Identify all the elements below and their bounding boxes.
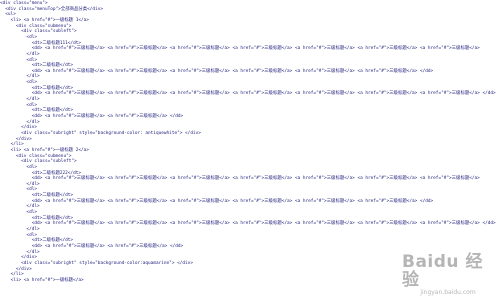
code-line: <dd> <a href="#">三级标题</a> <a href="#">三级… [0, 176, 480, 182]
code-view: <div class="menu"> <div class="menuTop">… [0, 0, 500, 294]
code-line: <dd> <a href="#">三级标题</a> <a href="#">三级… [0, 91, 496, 97]
code-line: <li> <a href="#">一级标题</a> [0, 277, 84, 283]
code-line: <dd> <a href="#">三级标题</a> <a href="#">三级… [0, 221, 496, 227]
code-line: <dd> <a href="#">三级标题</a> <a href="#">三级… [0, 68, 434, 74]
code-line: <dd> <a href="#">三级标题</a> <a href="#">三级… [0, 46, 480, 52]
code-line: <dd> <a href="#">三级标题</a> <a href="#">三级… [0, 198, 434, 204]
